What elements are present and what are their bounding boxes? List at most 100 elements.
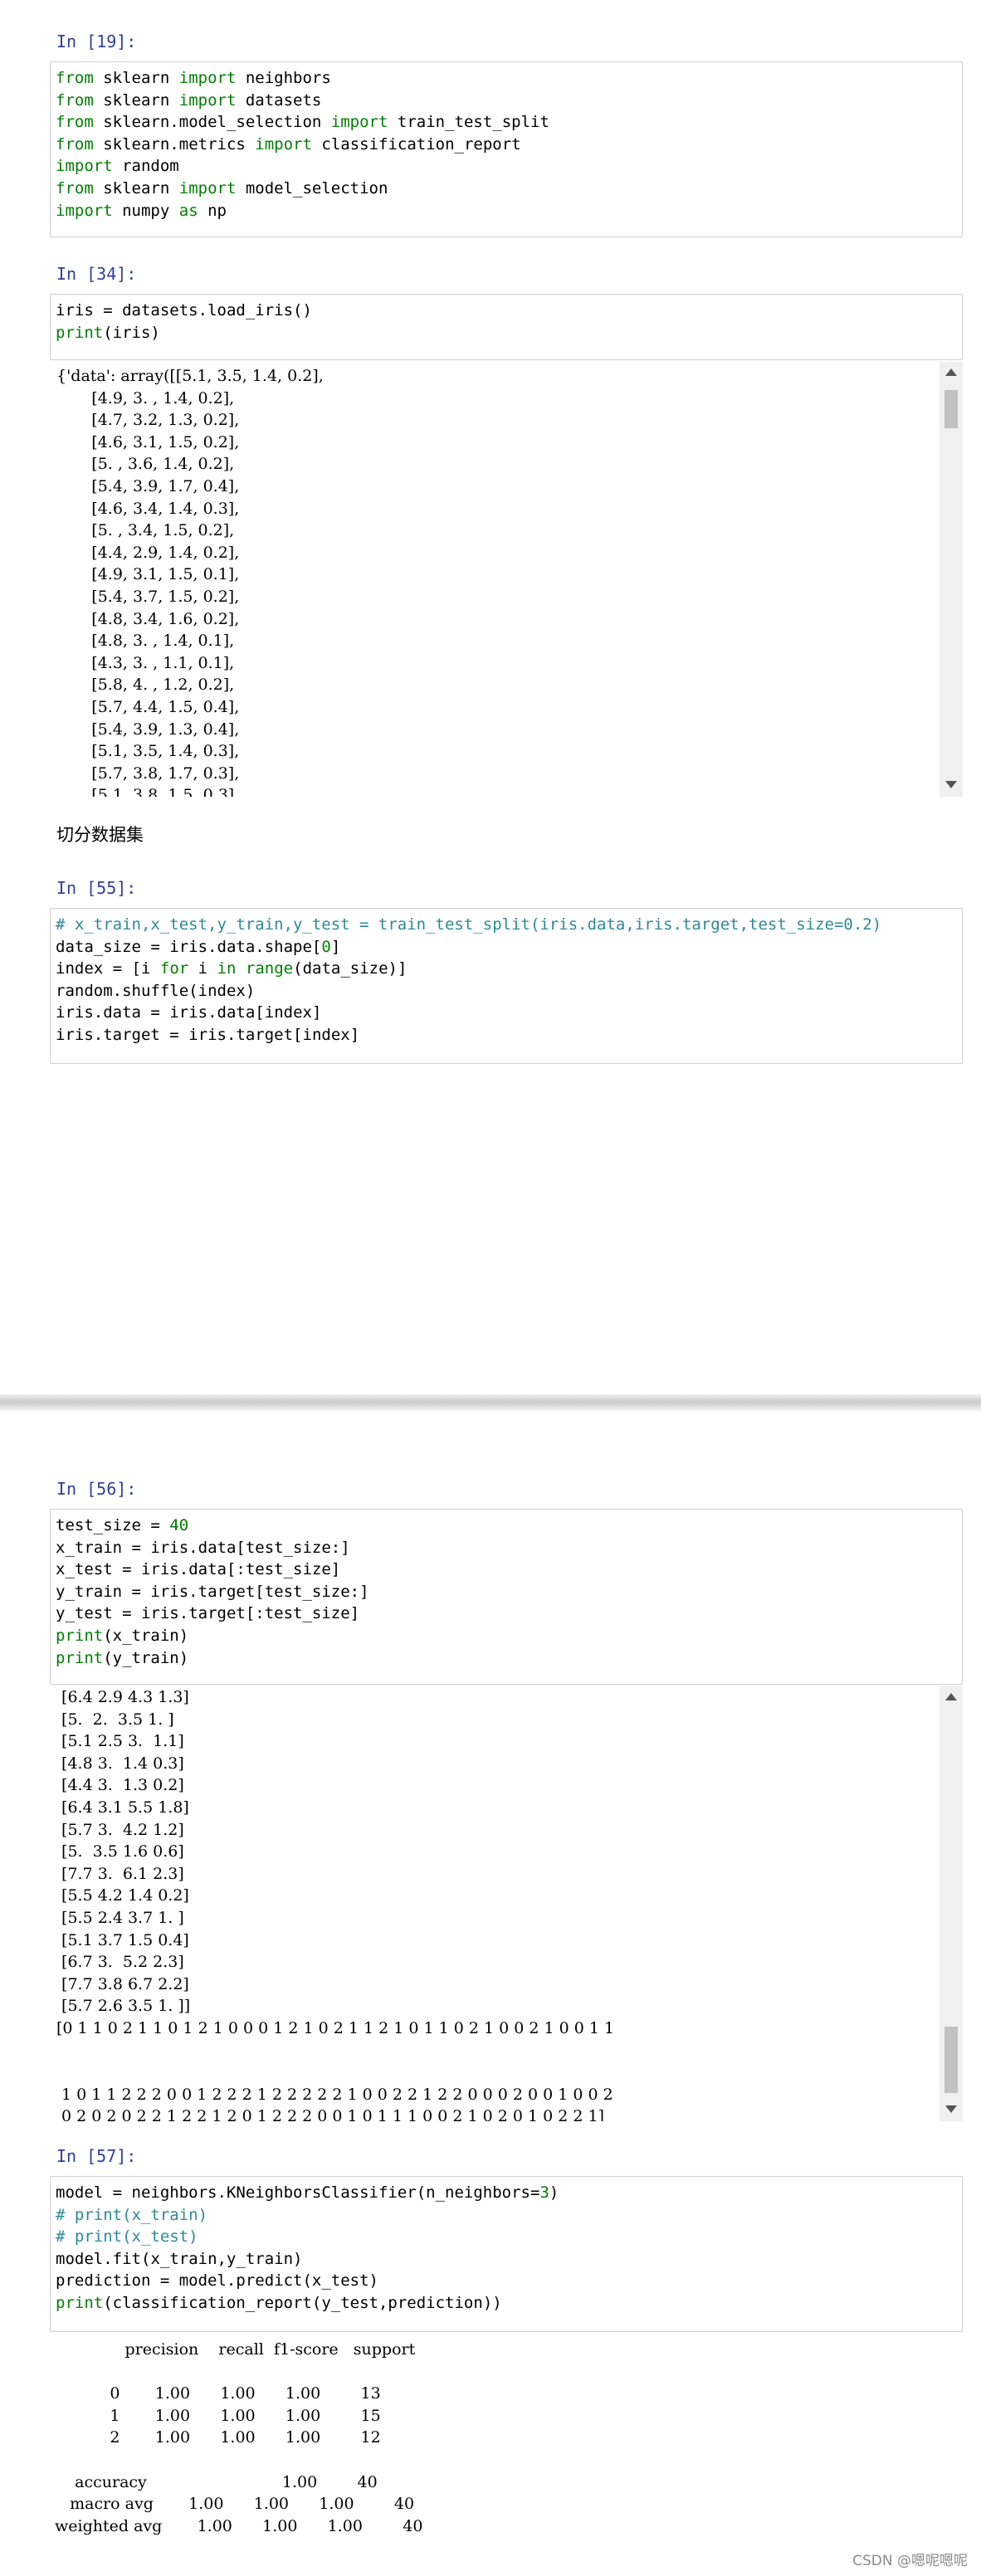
output-line: precision recall f1-score support: [55, 2340, 416, 2359]
code-line: prediction = model.predict(x_test): [56, 2271, 378, 2291]
output-line: 0 2 0 2 0 2 2 1 2 2 1 2 0 1 2 2 2 0 0 1 …: [56, 2107, 605, 2121]
output-line: [5.4, 3.7, 1.5, 0.2],: [56, 587, 240, 606]
output-line: [6.4 2.9 4.3 1.3]: [56, 1688, 189, 1706]
cell-output[interactable]: {'data': array([[5.1, 3.5, 1.4, 0.2], [4…: [50, 362, 963, 797]
code-line: from sklearn import neighbors: [56, 69, 331, 87]
output-line: [5. , 3.6, 1.4, 0.2],: [56, 455, 235, 474]
code-line: index = [i for i in range(data_size)]: [56, 959, 408, 978]
output-line: [5.7 3. 4.2 1.2]: [56, 1820, 184, 1839]
output-line: [5.1, 3.8, 1.5, 0.3],: [56, 786, 240, 797]
output-line: [5.1, 3.5, 1.4, 0.3],: [56, 742, 240, 761]
scroll-down-arrow-icon[interactable]: [945, 2105, 957, 2113]
output-line: [5.7, 3.8, 1.7, 0.3],: [56, 764, 240, 783]
output-scrollbar[interactable]: [940, 1686, 963, 2121]
code-line: # print(x_train): [56, 2205, 208, 2224]
code-line: iris = datasets.load_iris(): [56, 301, 312, 320]
code-line: iris.data = iris.data[index]: [56, 1003, 322, 1022]
page-break-divider: [0, 1394, 981, 1411]
output-line: [5.1 3.7 1.5 0.4]: [56, 1930, 189, 1949]
markdown-heading: 切分数据集: [56, 825, 144, 845]
code-line: # print(x_test): [56, 2227, 198, 2247]
cell-prompt: In [57]:: [56, 2146, 137, 2166]
output-line: [4.6, 3.1, 1.5, 0.2],: [56, 432, 240, 451]
output-line: [7.7 3. 6.1 2.3]: [56, 1864, 184, 1883]
cell-prompt: In [56]:: [56, 1479, 137, 1499]
code-line: y_test = iris.target[:test_size]: [56, 1604, 360, 1623]
output-line: [5. 3.5 1.6 0.6]: [56, 1842, 184, 1861]
scrollbar-thumb[interactable]: [944, 390, 958, 428]
code-line: import random: [56, 157, 179, 176]
code-cell-input[interactable]: from sklearn import neighbors from sklear…: [50, 61, 963, 237]
code-line: model.fit(x_train,y_train): [56, 2249, 303, 2268]
code-line: random.shuffle(index): [56, 981, 256, 1000]
code-cell-input[interactable]: test_size = 40 x_train = iris.data[test_s…: [50, 1509, 963, 1685]
watermark: CSDN @嗯呢嗯呢: [852, 2553, 968, 2569]
output-line: accuracy 1.00 40: [55, 2472, 378, 2491]
output-line: [5.4, 3.9, 1.7, 0.4],: [56, 476, 240, 495]
output-line: [5.4, 3.9, 1.3, 0.4],: [56, 720, 240, 739]
output-line: weighted avg 1.00 1.00 1.00 40: [55, 2516, 423, 2535]
code-line: print(classification_report(y_test,predi…: [56, 2293, 502, 2312]
output-line: [4.8, 3. , 1.4, 0.1],: [56, 632, 235, 651]
output-line: [6.4 3.1 5.5 1.8]: [56, 1798, 189, 1817]
output-line: [4.7, 3.2, 1.3, 0.2],: [56, 411, 240, 430]
code-line: iris.target = iris.target[index]: [56, 1025, 360, 1044]
output-line: [4.8 3. 1.4 0.3]: [56, 1754, 184, 1773]
output-scrollbar[interactable]: [940, 362, 963, 797]
cell-output[interactable]: [6.4 2.9 4.3 1.3] [5. 2. 3.5 1. ] [5.1 2…: [50, 1686, 963, 2121]
code-line: from sklearn import datasets: [56, 90, 322, 110]
output-line: [4.8, 3.4, 1.6, 0.2],: [56, 609, 240, 628]
output-line: [4.6, 3.4, 1.4, 0.3],: [56, 499, 240, 518]
scroll-up-arrow-icon[interactable]: [945, 368, 957, 376]
output-line: [4.4 3. 1.3 0.2]: [56, 1776, 184, 1795]
code-line: model = neighbors.KNeighborsClassifier(n…: [56, 2183, 559, 2202]
code-cell-input[interactable]: model = neighbors.KNeighborsClassifier(n…: [50, 2176, 963, 2332]
output-line: 2 1.00 1.00 1.00 12: [55, 2428, 381, 2447]
code-line: # x_train,x_test,y_train,y_test = train_…: [56, 915, 882, 934]
output-line: {'data': array([[5.1, 3.5, 1.4, 0.2],: [56, 367, 324, 385]
scroll-down-arrow-icon[interactable]: [945, 781, 957, 788]
output-line: [5.7, 4.4, 1.5, 0.4],: [56, 697, 240, 716]
code-line: print(iris): [56, 323, 160, 342]
code-cell-input[interactable]: # x_train,x_test,y_train,y_test = train_…: [50, 908, 963, 1064]
code-line: x_test = iris.data[:test_size]: [56, 1560, 341, 1579]
output-line: [5.7 2.6 3.5 1. ]]: [56, 1997, 191, 2016]
scroll-up-arrow-icon[interactable]: [945, 1693, 957, 1700]
code-line: from sklearn.model_selection import trai…: [56, 113, 549, 132]
output-line: [4.9, 3. , 1.4, 0.2],: [56, 388, 235, 407]
cell-prompt: In [34]:: [56, 264, 137, 284]
code-line: from sklearn.metrics import classificati…: [56, 134, 521, 154]
output-line: [5.1 2.5 3. 1.1]: [56, 1732, 184, 1751]
code-cell-input[interactable]: iris = datasets.load_iris() print(iris): [50, 294, 963, 360]
code-line: test_size = 40: [56, 1516, 189, 1534]
output-line: [4.3, 3. , 1.1, 0.1],: [56, 653, 235, 672]
output-line: [5.5 4.2 1.4 0.2]: [56, 1886, 189, 1905]
code-line: print(y_train): [56, 1648, 189, 1667]
output-line: [5. 2. 3.5 1. ]: [56, 1710, 174, 1729]
cell-prompt: In [19]:: [56, 32, 137, 51]
output-line: 1 0 1 1 2 2 2 0 0 1 2 2 2 1 2 2 2 2 2 1 …: [56, 2085, 613, 2104]
code-line: y_train = iris.target[test_size:]: [56, 1582, 369, 1601]
code-line: from sklearn import model_selection: [56, 178, 388, 198]
scrollbar-thumb[interactable]: [944, 2027, 958, 2093]
code-line: data_size = iris.data.shape[0]: [56, 937, 341, 956]
output-line: [4.9, 3.1, 1.5, 0.1],: [56, 565, 240, 584]
output-line: [4.4, 2.9, 1.4, 0.2],: [56, 543, 240, 562]
output-line: 1 1.00 1.00 1.00 15: [55, 2406, 381, 2425]
output-line: [5.8, 4. , 1.2, 0.2],: [56, 676, 235, 695]
output-line: [7.7 3.8 6.7 2.2]: [56, 1974, 189, 1993]
output-line: [5.5 2.4 3.7 1. ]: [56, 1908, 184, 1927]
output-line: macro avg 1.00 1.00 1.00 40: [55, 2495, 415, 2514]
cell-prompt: In [55]:: [56, 878, 137, 898]
code-line: import numpy as np: [56, 201, 227, 220]
output-line: [6.7 3. 5.2 2.3]: [56, 1953, 184, 1972]
cell-output: precision recall f1-score support 0 1.00…: [50, 2339, 963, 2544]
code-line: print(x_train): [56, 1626, 189, 1645]
output-line: [0 1 1 0 2 1 1 0 1 2 1 0 0 0 1 2 1 0 2 1…: [56, 2018, 615, 2037]
output-line: 0 1.00 1.00 1.00 13: [55, 2384, 381, 2403]
output-line: [5. , 3.4, 1.5, 0.2],: [56, 521, 235, 540]
